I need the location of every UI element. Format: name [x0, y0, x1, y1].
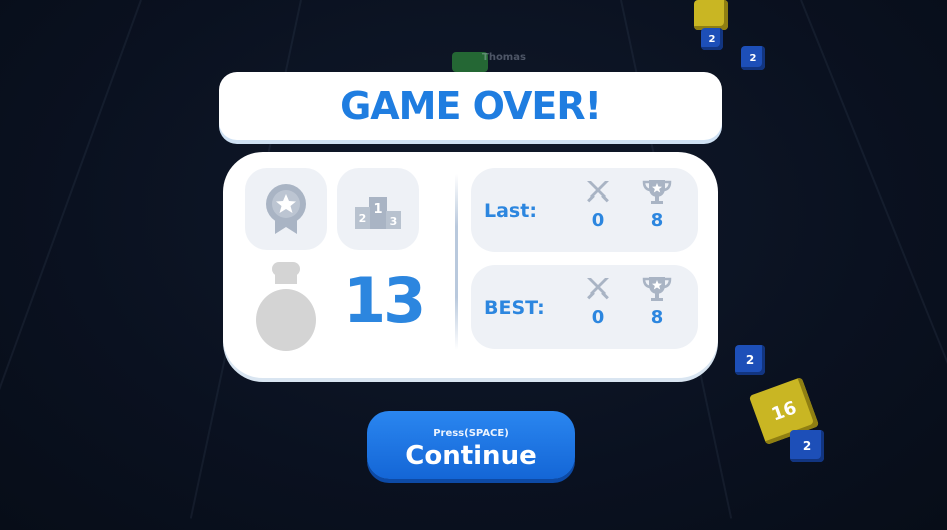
best-trophies: 8: [639, 275, 675, 328]
svg-text:3: 3: [390, 215, 398, 228]
best-kills: 0: [580, 275, 616, 328]
last-stats-card: Last: 0 8: [471, 168, 698, 252]
score-value: 13: [343, 264, 426, 337]
panel-divider: [455, 174, 458, 350]
svg-text:1: 1: [373, 202, 382, 217]
enemy-cube: 2: [741, 46, 765, 70]
last-kills-value: 0: [591, 210, 605, 231]
rank-tile: 1 2 3: [337, 168, 419, 250]
player-name-tag: Thomas: [482, 52, 526, 63]
crossed-swords-icon: [587, 278, 609, 300]
enemy-cube: 2: [701, 28, 723, 50]
enemy-cube: [694, 0, 728, 30]
best-kills-value: 0: [591, 307, 605, 328]
continue-button[interactable]: Press(SPACE) Continue: [367, 411, 575, 479]
arena-lane: [0, 0, 142, 527]
last-trophies-value: 8: [650, 210, 664, 231]
coin-bag-icon: [253, 260, 319, 352]
podium-icon: 1 2 3: [355, 197, 401, 229]
best-label: BEST:: [484, 297, 545, 319]
last-kills: 0: [580, 178, 616, 231]
trophy-icon: [642, 180, 672, 204]
game-over-banner: GAME OVER!: [219, 72, 722, 140]
enemy-cube: 2: [735, 345, 765, 375]
svg-text:2: 2: [359, 212, 367, 225]
enemy-cube: 2: [790, 430, 824, 462]
medal-tile: [245, 168, 327, 250]
last-label: Last:: [484, 200, 537, 222]
trophy-icon: [642, 277, 672, 301]
medal-icon: [266, 184, 306, 234]
game-scene: 2 2 Thomas 2 16 2 GAME OVER! 1 2 3 13 La…: [0, 0, 947, 530]
best-stats-card: BEST: 0 8: [471, 265, 698, 349]
last-trophies: 8: [639, 178, 675, 231]
results-panel: 1 2 3 13 Last: 0 8 BEST: 0 8: [223, 152, 718, 378]
continue-hint: Press(SPACE): [433, 427, 509, 439]
continue-label: Continue: [405, 440, 537, 471]
crossed-swords-icon: [587, 181, 609, 203]
game-over-title: GAME OVER!: [340, 84, 602, 128]
best-trophies-value: 8: [650, 307, 664, 328]
